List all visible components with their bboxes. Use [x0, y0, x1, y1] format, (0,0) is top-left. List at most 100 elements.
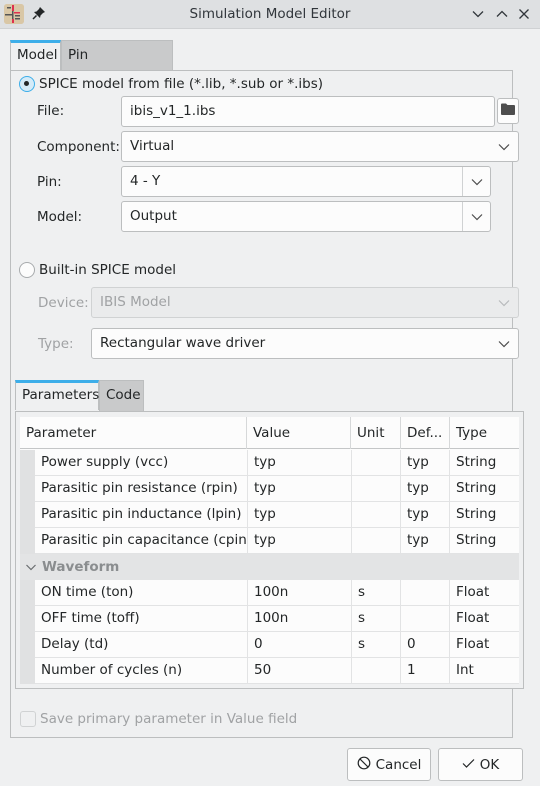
pin-value: 4 - Y	[130, 173, 161, 189]
pin-select[interactable]: 4 - Y	[121, 166, 491, 197]
cell-parameter: Parasitic pin capacitance (cpin)	[35, 528, 248, 554]
cancel-label: Cancel	[375, 756, 422, 773]
cell-unit	[352, 502, 401, 528]
cell-parameter: Parasitic pin inductance (lpin)	[35, 502, 248, 528]
checkmark-icon	[462, 757, 475, 773]
column-default[interactable]: Def...	[401, 417, 450, 449]
cell-type: Int	[450, 658, 519, 684]
save-primary-label: Save primary parameter in Value field	[40, 711, 298, 727]
cancel-button[interactable]: Cancel	[347, 748, 431, 781]
cell-type: String	[450, 528, 519, 554]
file-label: File:	[37, 103, 65, 119]
table-row[interactable]: Parasitic pin inductance (lpin) typ typ …	[20, 502, 519, 528]
cell-default: typ	[401, 528, 450, 554]
cell-value[interactable]: 50	[248, 658, 352, 684]
parameters-table: Parameter Value Unit Def... Type Power s…	[20, 417, 519, 684]
maximize-button[interactable]	[495, 7, 509, 21]
builtin-spice-radio[interactable]	[19, 262, 35, 278]
cell-value[interactable]: typ	[248, 450, 352, 476]
cell-type: String	[450, 502, 519, 528]
component-select[interactable]: Virtual	[121, 131, 519, 162]
chevron-down-icon	[490, 288, 518, 317]
component-value: Virtual	[130, 138, 175, 154]
cell-unit	[352, 476, 401, 502]
file-input[interactable]: ibis_v1_1.ibs	[121, 96, 495, 127]
chevron-down-icon	[490, 329, 518, 358]
cell-default: 0	[401, 632, 450, 658]
model-select[interactable]: Output	[121, 201, 491, 232]
type-label: Type:	[38, 336, 74, 352]
cell-unit	[352, 658, 401, 684]
device-select[interactable]: IBIS Model	[91, 287, 519, 318]
tab-model[interactable]: Model	[10, 40, 61, 70]
cell-default: typ	[401, 476, 450, 502]
table-row[interactable]: Number of cycles (n) 50 1 Int	[20, 658, 519, 684]
cell-default	[401, 606, 450, 632]
cell-parameter: Power supply (vcc)	[35, 450, 248, 476]
column-type[interactable]: Type	[450, 417, 519, 449]
ok-label: OK	[479, 756, 500, 773]
type-select[interactable]: Rectangular wave driver	[91, 328, 519, 359]
column-value[interactable]: Value	[247, 417, 351, 449]
cell-unit: s	[352, 580, 401, 606]
table-row[interactable]: Delay (td) 0 s 0 Float	[20, 632, 519, 658]
cell-parameter: Parasitic pin resistance (rpin)	[35, 476, 248, 502]
chevron-down-icon	[490, 132, 518, 161]
group-row-waveform[interactable]: Waveform	[20, 554, 519, 580]
cell-default	[401, 580, 450, 606]
cell-unit: s	[352, 606, 401, 632]
cell-parameter: OFF time (toff)	[35, 606, 248, 632]
close-button[interactable]	[517, 7, 531, 21]
chevron-down-icon	[462, 167, 490, 196]
title-bar: Simulation Model Editor	[0, 0, 540, 29]
tab-pin-assignments[interactable]: Pin Assignments	[61, 40, 173, 92]
chevron-down-icon[interactable]	[25, 561, 37, 576]
minimize-button[interactable]	[471, 7, 485, 21]
tab-parameters[interactable]: Parameters	[15, 380, 99, 410]
ok-button[interactable]: OK	[438, 748, 523, 781]
tab-code[interactable]: Code	[99, 380, 144, 412]
cell-type: String	[450, 450, 519, 476]
spice-from-file-radio[interactable]	[19, 76, 35, 92]
cell-value[interactable]: 100n	[248, 606, 352, 632]
cell-type: String	[450, 476, 519, 502]
cell-value[interactable]: typ	[248, 502, 352, 528]
component-label: Component:	[37, 139, 120, 155]
pin-label: Pin:	[37, 174, 62, 190]
table-header: Parameter Value Unit Def... Type	[20, 417, 519, 449]
model-label: Model:	[37, 209, 83, 225]
cell-type: Float	[450, 632, 519, 658]
table-row[interactable]: Power supply (vcc) typ typ String	[20, 450, 519, 476]
chevron-down-icon	[462, 202, 490, 231]
model-value: Output	[130, 208, 177, 224]
type-value: Rectangular wave driver	[100, 335, 266, 351]
device-label: Device:	[38, 295, 89, 311]
cell-value[interactable]: typ	[248, 528, 352, 554]
table-row[interactable]: ON time (ton) 100n s Float	[20, 580, 519, 606]
browse-file-button[interactable]	[497, 98, 519, 124]
cell-unit	[352, 528, 401, 554]
cell-unit: s	[352, 632, 401, 658]
cell-value[interactable]: typ	[248, 476, 352, 502]
window-title: Simulation Model Editor	[189, 6, 351, 22]
cell-value[interactable]: 100n	[248, 580, 352, 606]
group-label: Waveform	[42, 559, 120, 575]
cell-default: 1	[401, 658, 450, 684]
cell-parameter: Number of cycles (n)	[35, 658, 248, 684]
spice-from-file-label: SPICE model from file (*.lib, *.sub or *…	[39, 76, 324, 92]
cell-type: Float	[450, 606, 519, 632]
table-row[interactable]: Parasitic pin resistance (rpin) typ typ …	[20, 476, 519, 502]
builtin-spice-label: Built-in SPICE model	[39, 262, 177, 278]
cell-unit	[352, 450, 401, 476]
cell-type: Float	[450, 580, 519, 606]
cell-default: typ	[401, 502, 450, 528]
column-parameter[interactable]: Parameter	[20, 417, 247, 449]
save-primary-checkbox[interactable]	[20, 711, 36, 727]
device-value: IBIS Model	[100, 294, 171, 310]
folder-icon	[501, 103, 515, 119]
cell-parameter: Delay (td)	[35, 632, 248, 658]
table-row[interactable]: Parasitic pin capacitance (cpin) typ typ…	[20, 528, 519, 554]
cell-value[interactable]: 0	[248, 632, 352, 658]
table-row[interactable]: OFF time (toff) 100n s Float	[20, 606, 519, 632]
column-unit[interactable]: Unit	[351, 417, 401, 449]
